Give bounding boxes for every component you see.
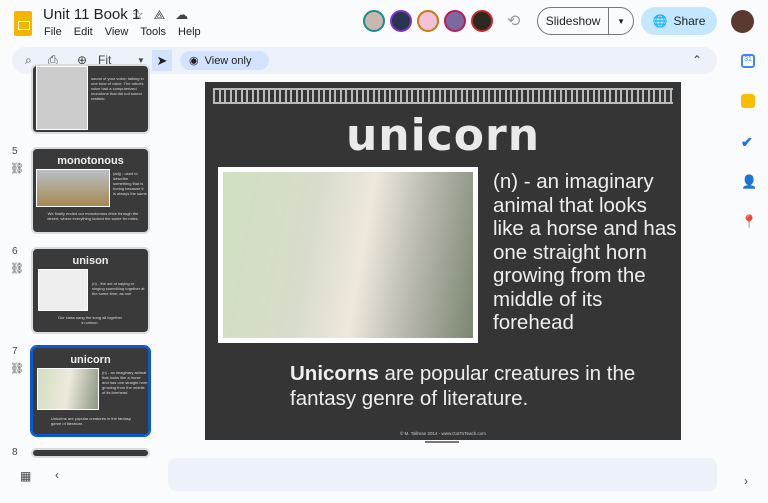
star-icon[interactable]: ☆ (132, 7, 144, 23)
thumbnail-text: Our class sang the song all together in … (57, 315, 123, 325)
view-only-button[interactable]: ◉ View only (180, 51, 269, 70)
maps-icon[interactable]: 📍 (741, 214, 757, 229)
collaborator-avatar[interactable] (417, 10, 439, 32)
greek-key-border (213, 88, 673, 104)
slide-title: unicorn (345, 110, 541, 161)
slide-number: 8 (12, 447, 18, 458)
version-history-icon[interactable]: ⟲ (507, 11, 520, 31)
account-avatar[interactable] (731, 10, 754, 33)
thumbnail-text: sound of your voice; talking in one tone… (91, 76, 144, 101)
slide-canvas[interactable]: unicorn (n) - an imaginary animal that l… (205, 82, 681, 440)
slide-number: 7 (12, 346, 18, 357)
slides-logo-icon[interactable] (14, 11, 32, 36)
thumbnail-title: unison (72, 255, 109, 267)
expand-side-panel-icon[interactable]: › (744, 474, 748, 488)
link-icon: ⛓ (10, 163, 24, 175)
share-label: Share (673, 14, 706, 28)
thumbnail-text: We finally ended our monotonous drive th… (47, 211, 139, 221)
collaborator-avatar[interactable] (471, 10, 493, 32)
eye-icon: ◉ (189, 55, 199, 67)
slide-example: Unicorns are popular creatures in the fa… (290, 361, 670, 411)
menu-help[interactable]: Help (178, 26, 201, 38)
slideshow-button[interactable]: Slideshow ▼ (537, 7, 634, 35)
collapse-filmstrip-icon[interactable]: ‹ (55, 468, 59, 482)
slide-number: 5 (12, 146, 18, 157)
thumbnail-title: unicorn (70, 354, 111, 366)
collapse-toolbar-icon[interactable]: ⌃ (692, 53, 702, 67)
collaborator-avatar[interactable] (363, 10, 385, 32)
search-icon[interactable]: ⌕ (25, 53, 32, 68)
slide-thumbnail-6[interactable]: unison (n) - the act of saying or singin… (31, 247, 150, 334)
slideshow-label[interactable]: Slideshow (538, 8, 610, 34)
cloud-saved-icon[interactable]: ☁ (175, 7, 188, 23)
thumbnail-text: (n) - the act of saying or singing somet… (92, 281, 145, 296)
thumbnail-text: (adj) - used to describe something that … (113, 171, 147, 196)
globe-icon: 🌐 (652, 14, 668, 28)
slide-footer: © M. Tallman 2014 - www.GotToTeach.com (399, 431, 487, 436)
slide-definition: (n) - an imaginary animal that looks lik… (493, 170, 677, 334)
example-bold-word: Unicorns (290, 362, 379, 385)
tasks-icon[interactable]: ✔ (741, 134, 755, 150)
grid-view-icon[interactable]: ▦ (20, 469, 31, 483)
thumbnail-title: monotonous (57, 155, 124, 167)
view-only-label: View only (204, 54, 252, 67)
select-cursor-icon[interactable]: ➤ (152, 50, 172, 71)
slide-thumbnail-4[interactable]: sound of your voice; talking in one tone… (31, 64, 150, 134)
document-title[interactable]: Unit 11 Book 1 (43, 6, 140, 23)
slide-thumbnail-8[interactable] (31, 448, 150, 458)
menu-view[interactable]: View (105, 26, 129, 38)
slide-number: 6 (12, 246, 18, 257)
collaborator-avatar[interactable] (444, 10, 466, 32)
link-icon: ⛓ (10, 363, 24, 375)
link-icon: ⛓ (10, 263, 24, 275)
slide-thumbnail-5[interactable]: monotonous (adj) - used to describe some… (31, 147, 150, 234)
slide-scrollbar[interactable] (425, 441, 459, 443)
collaborator-avatar[interactable] (390, 10, 412, 32)
move-to-drive-icon[interactable]: ⟁ (154, 7, 166, 23)
thumbnail-text: (n) - an imaginary animal that looks lik… (102, 370, 148, 395)
slide-thumbnail-7[interactable]: unicorn (n) - an imaginary animal that l… (30, 345, 151, 437)
share-button[interactable]: 🌐 Share (641, 7, 717, 35)
menu-tools[interactable]: Tools (140, 26, 166, 38)
contacts-icon[interactable]: 👤 (741, 174, 757, 189)
speaker-notes[interactable] (168, 458, 717, 491)
menu-file[interactable]: File (44, 26, 62, 38)
menu-edit[interactable]: Edit (74, 26, 93, 38)
keep-icon[interactable] (741, 94, 755, 108)
calendar-icon[interactable]: 31 (741, 54, 755, 68)
slideshow-dropdown-icon[interactable]: ▼ (609, 8, 633, 34)
unicorn-image (218, 167, 478, 343)
thumbnail-text: Unicorns are popular creatures in the fa… (51, 416, 131, 426)
